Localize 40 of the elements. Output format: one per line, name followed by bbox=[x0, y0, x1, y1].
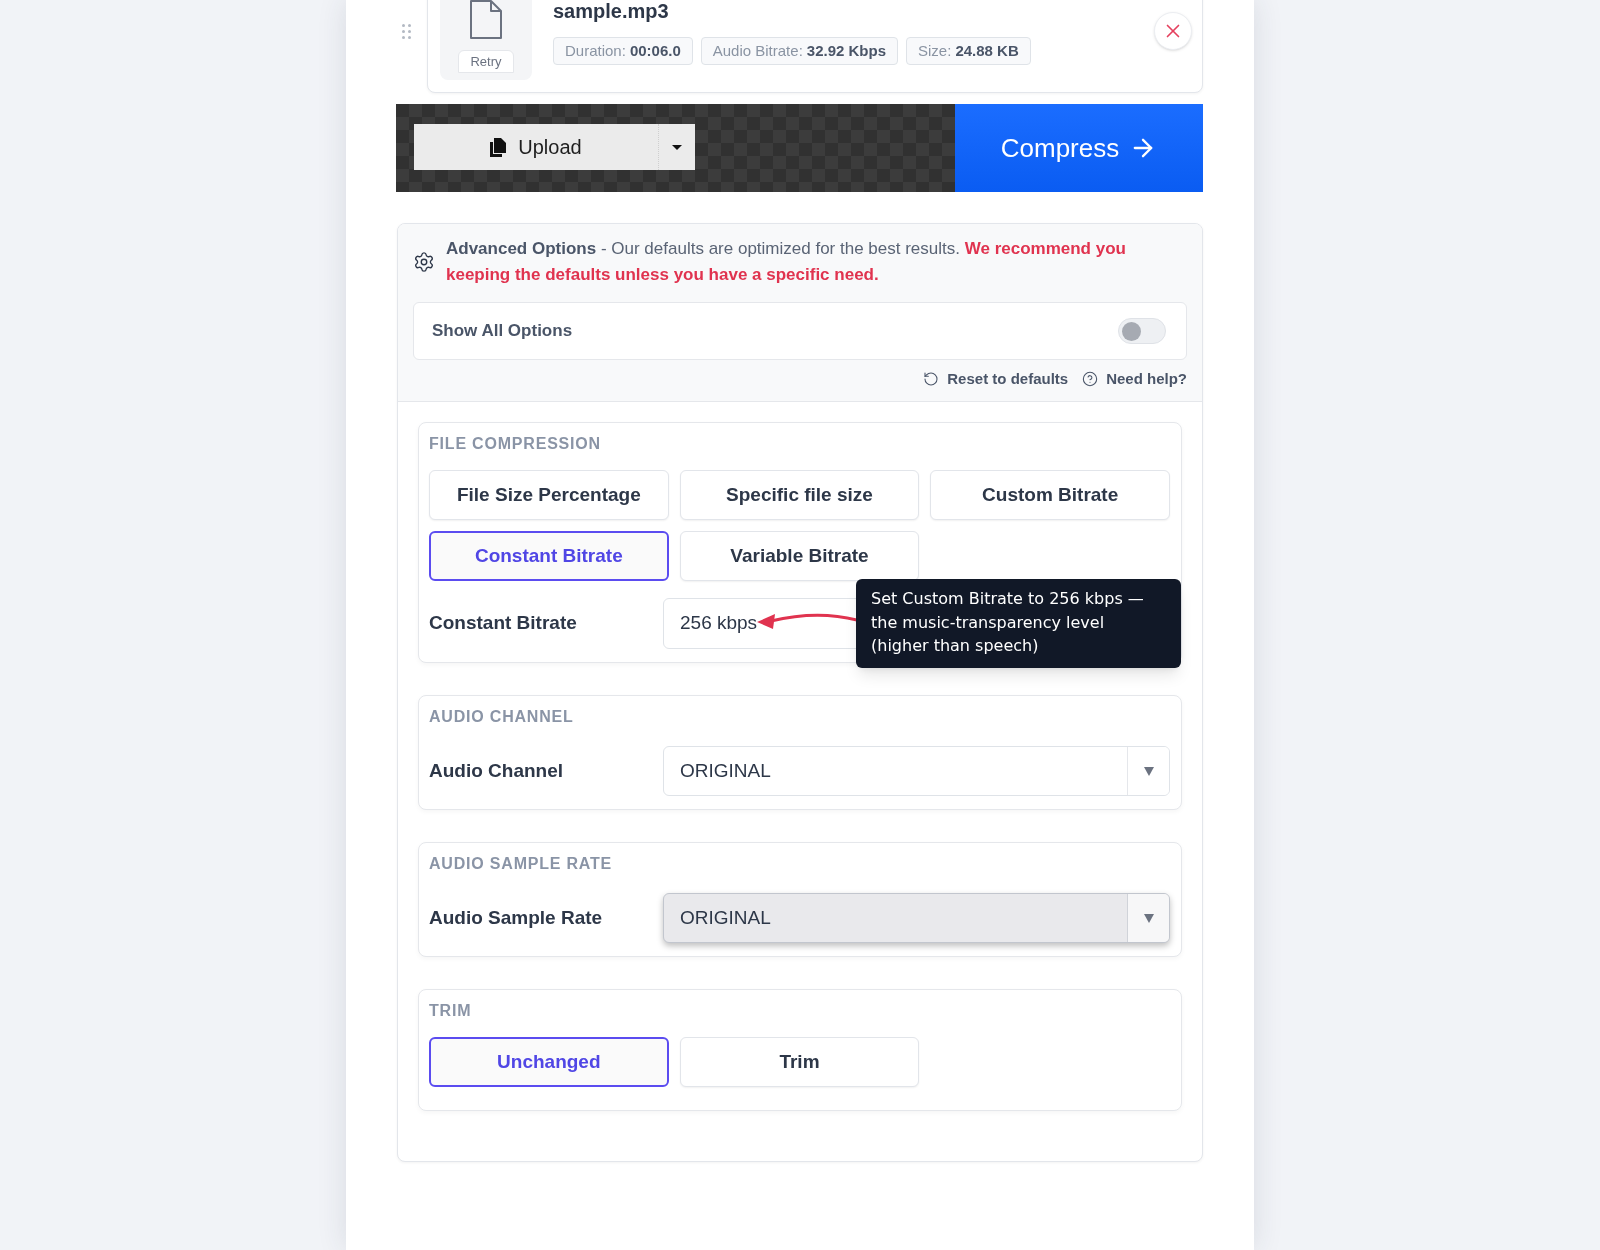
option-button[interactable]: Custom Bitrate bbox=[930, 470, 1170, 520]
file-meta-tag: Size: 24.88 KB bbox=[906, 37, 1031, 65]
option-button[interactable]: Unchanged bbox=[429, 1037, 669, 1087]
field-label: Audio Channel bbox=[429, 758, 565, 783]
file-icon bbox=[470, 0, 502, 39]
help-link[interactable]: Need help? bbox=[1082, 369, 1187, 389]
option-button[interactable]: Constant Bitrate bbox=[429, 531, 669, 581]
field-label: Constant Bitrate bbox=[429, 611, 578, 636]
close-button[interactable] bbox=[1154, 12, 1192, 50]
section-heading: AUDIO CHANNEL bbox=[429, 708, 575, 726]
option-button[interactable]: Trim bbox=[679, 1037, 920, 1087]
tooltip: Set Custom Bitrate to 256 kbps — the music-transparency level (higher than speech) bbox=[856, 579, 1181, 668]
file-meta-tag: Audio Bitrate: 32.92 Kbps bbox=[700, 37, 899, 65]
advanced-options-note: Advanced Options - Our defaults are optimized for the best results. We recommend you keeping the defaults unless you have a specific need. bbox=[446, 238, 1127, 286]
reset-link[interactable]: Reset to defaults bbox=[923, 369, 1069, 389]
option-button[interactable]: Variable Bitrate bbox=[679, 531, 920, 581]
upload-menu-button[interactable] bbox=[658, 124, 695, 170]
reset-icon bbox=[923, 371, 940, 387]
retry-button[interactable]: Retry bbox=[458, 50, 514, 73]
show-all-toggle[interactable] bbox=[1118, 318, 1166, 344]
caret-down-icon bbox=[1143, 913, 1154, 923]
drag-handle-icon[interactable] bbox=[401, 24, 411, 39]
section-heading: FILE COMPRESSION bbox=[429, 435, 602, 453]
dropdown-select[interactable]: ORIGINAL bbox=[663, 893, 1170, 943]
section-heading: AUDIO SAMPLE RATE bbox=[429, 855, 614, 873]
file-name: sample.mp3 bbox=[553, 0, 670, 23]
compress-button[interactable]: Compress bbox=[955, 104, 1203, 192]
files-icon bbox=[490, 137, 507, 157]
help-icon bbox=[1082, 371, 1099, 387]
option-button[interactable]: Specific file size bbox=[679, 470, 920, 520]
field-label: Audio Sample Rate bbox=[429, 905, 604, 930]
option-button[interactable]: File Size Percentage bbox=[429, 470, 669, 520]
settings-icon bbox=[413, 251, 435, 273]
file-meta-tag: Duration: 00:06.0 bbox=[553, 37, 693, 65]
caret-down-icon bbox=[1143, 766, 1154, 776]
dropdown-select[interactable]: ORIGINAL bbox=[663, 746, 1170, 796]
upload-button[interactable]: Upload bbox=[414, 124, 658, 170]
section-heading: TRIM bbox=[429, 1002, 473, 1020]
caret-down-icon bbox=[672, 144, 682, 150]
show-all-label: Show All Options bbox=[432, 320, 573, 343]
